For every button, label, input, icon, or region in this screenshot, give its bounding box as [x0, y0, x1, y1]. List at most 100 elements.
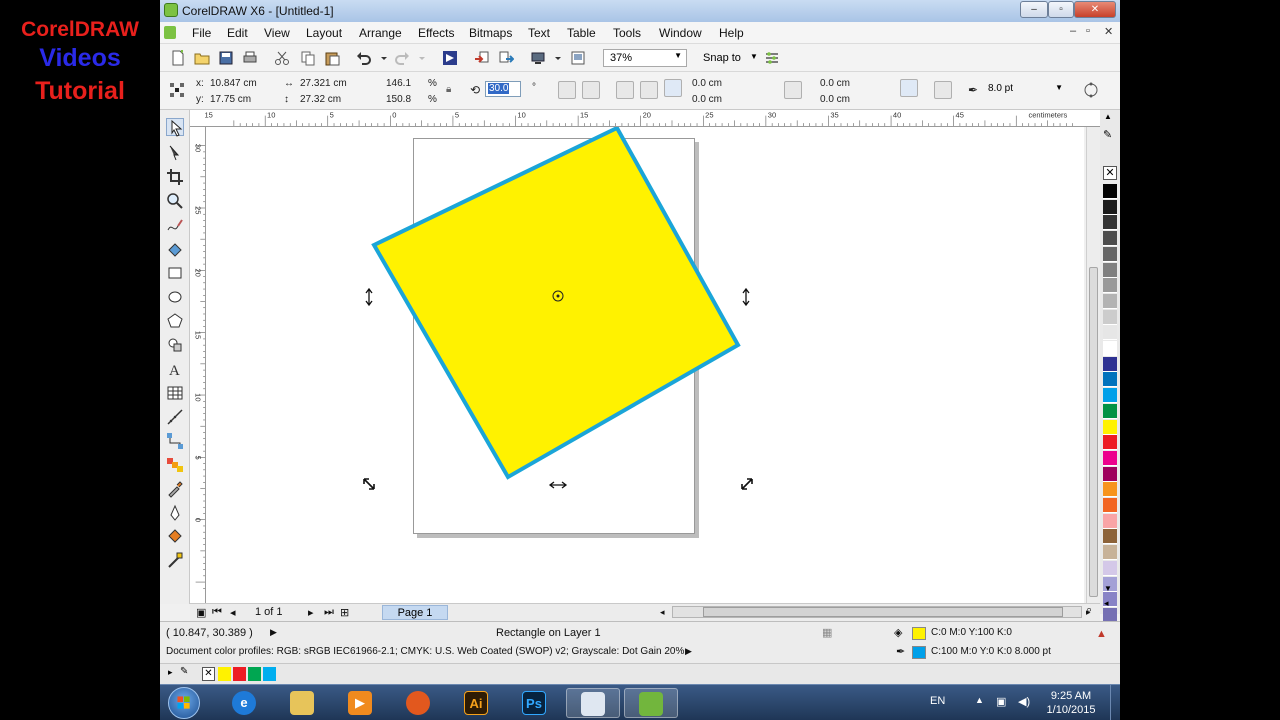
- palette-swatch[interactable]: [1103, 215, 1117, 231]
- taskbar-explorer[interactable]: [276, 688, 330, 718]
- drawing-canvas[interactable]: [206, 127, 1084, 603]
- application-launcher-icon[interactable]: [530, 50, 546, 66]
- launcher-dropdown-icon[interactable]: [550, 50, 561, 66]
- print-icon[interactable]: [242, 50, 258, 66]
- fill-color-chip[interactable]: [912, 627, 926, 640]
- skew-handle-bottom[interactable]: [548, 481, 568, 489]
- open-icon[interactable]: [194, 50, 210, 66]
- x-position-field[interactable]: 10.847 cm: [210, 78, 280, 89]
- export-icon[interactable]: [498, 50, 515, 66]
- menu-effects[interactable]: Effects: [418, 26, 454, 40]
- corner-radius-bottom-left[interactable]: 0.0 cm: [692, 94, 722, 105]
- import-icon[interactable]: [474, 50, 490, 66]
- save-icon[interactable]: [218, 50, 234, 66]
- palette-expand-icon[interactable]: ◂: [1104, 598, 1109, 609]
- smart-fill-tool-icon[interactable]: [166, 240, 184, 258]
- palette-swatch[interactable]: [1103, 309, 1117, 325]
- vertical-scroll-thumb[interactable]: [1089, 267, 1098, 597]
- palette-swatch[interactable]: [1103, 435, 1117, 451]
- palette-swatch[interactable]: [1103, 262, 1117, 278]
- text-tool-icon[interactable]: A: [166, 360, 184, 379]
- page-options-icon[interactable]: ▣: [196, 606, 206, 619]
- palette-swatch[interactable]: [1103, 498, 1117, 513]
- menu-help[interactable]: Help: [719, 26, 744, 40]
- undo-dropdown-icon[interactable]: [376, 50, 387, 66]
- doc-close-button[interactable]: ✕: [1104, 25, 1113, 38]
- palette-swatch[interactable]: [1103, 513, 1117, 529]
- menu-text[interactable]: Text: [528, 26, 550, 40]
- undo-icon[interactable]: [356, 50, 372, 66]
- menu-file[interactable]: File: [192, 26, 211, 40]
- taskbar-paint[interactable]: [566, 688, 620, 718]
- document-palette-menu-icon[interactable]: ▸: [168, 667, 173, 678]
- tray-expand-icon[interactable]: ▲: [975, 695, 984, 705]
- blend-tool-icon[interactable]: [166, 456, 184, 474]
- menu-edit[interactable]: Edit: [227, 26, 248, 40]
- horizontal-scroll-thumb[interactable]: [703, 607, 1063, 617]
- palette-swatch[interactable]: [1103, 325, 1117, 341]
- document-palette-no-color[interactable]: ✕: [202, 667, 215, 681]
- rotate-handle-bottom-left[interactable]: [363, 478, 375, 490]
- shape-tool-icon[interactable]: [166, 144, 184, 162]
- volume-icon[interactable]: ◀︎): [1018, 695, 1030, 708]
- vertical-ruler[interactable]: 302520151050centimeters: [190, 127, 206, 604]
- document-icon[interactable]: [164, 26, 176, 39]
- document-palette-swatch[interactable]: [233, 667, 246, 681]
- edit-corners-together-icon[interactable]: [784, 81, 802, 99]
- palette-swatch[interactable]: [1103, 545, 1117, 561]
- doc-restore-button[interactable]: ▫: [1086, 25, 1090, 37]
- first-page-icon[interactable]: ⏮: [212, 606, 222, 619]
- previous-page-icon[interactable]: ◂: [230, 606, 236, 619]
- menu-bitmaps[interactable]: Bitmaps: [469, 26, 512, 40]
- profiles-expand-icon[interactable]: ▶: [685, 646, 692, 657]
- taskbar-firefox[interactable]: [392, 688, 446, 718]
- menu-arrange[interactable]: Arrange: [359, 26, 402, 40]
- new-document-icon[interactable]: [170, 49, 186, 66]
- palette-swatch[interactable]: [1103, 246, 1117, 262]
- user-icon[interactable]: ▲: [1096, 628, 1107, 640]
- snap-to-button[interactable]: Snap to: [703, 52, 741, 64]
- system-clock[interactable]: 9:25 AM 1/10/2015: [1036, 689, 1106, 717]
- next-page-icon[interactable]: ▸: [308, 606, 314, 619]
- taskbar-illustrator[interactable]: Ai: [450, 688, 504, 718]
- options-icon[interactable]: [764, 50, 780, 66]
- document-palette-swatch[interactable]: [263, 667, 276, 681]
- width-field[interactable]: 27.321 cm: [300, 78, 370, 89]
- horizontal-ruler[interactable]: 15 10 5 0 5 10 15 20 25 30 35 40 45 centimeters: [204, 110, 1100, 127]
- palette-swatch[interactable]: [1103, 560, 1117, 576]
- skew-handle-left[interactable]: [365, 287, 373, 307]
- taskbar-photoshop[interactable]: Ps: [508, 688, 562, 718]
- connector-tool-icon[interactable]: [166, 432, 184, 450]
- menu-table[interactable]: Table: [567, 26, 596, 40]
- document-palette-swatch[interactable]: [248, 667, 261, 681]
- rotated-rectangle[interactable]: [371, 127, 741, 480]
- chamfered-corner-icon[interactable]: [664, 79, 682, 97]
- y-position-field[interactable]: 17.75 cm: [210, 94, 280, 105]
- palette-swatch[interactable]: [1103, 466, 1117, 482]
- lock-ratio-icon[interactable]: 🔒︎: [446, 84, 451, 95]
- document-color-profiles[interactable]: Document color profiles: RGB: sRGB IEC61…: [166, 646, 684, 657]
- palette-swatch[interactable]: [1103, 419, 1117, 435]
- network-icon[interactable]: ▣: [996, 695, 1006, 708]
- menu-window[interactable]: Window: [659, 26, 702, 40]
- palette-swatch[interactable]: [1103, 278, 1117, 294]
- scale-x-field[interactable]: 146.1: [386, 78, 411, 89]
- palette-swatch[interactable]: [1103, 199, 1117, 215]
- palette-swatch[interactable]: [1103, 341, 1117, 356]
- last-page-icon[interactable]: ⏭: [324, 606, 334, 619]
- mirror-vertical-icon[interactable]: [582, 81, 600, 99]
- zoom-level-select[interactable]: 37% ▼: [603, 49, 687, 67]
- taskbar-media-player[interactable]: ▶: [334, 688, 388, 718]
- outline-width-select[interactable]: 8.0 pt ▼: [985, 81, 1065, 99]
- menu-tools[interactable]: Tools: [613, 26, 641, 40]
- copy-icon[interactable]: [300, 50, 316, 66]
- vertical-scrollbar[interactable]: [1086, 127, 1100, 604]
- redo-dropdown-icon[interactable]: [414, 50, 425, 66]
- outline-tool-icon[interactable]: [166, 504, 184, 522]
- rotation-angle-field[interactable]: 30.0: [485, 81, 521, 97]
- dimension-tool-icon[interactable]: [166, 408, 184, 426]
- doc-minimize-button[interactable]: –: [1070, 25, 1076, 37]
- scalloped-corner-icon[interactable]: [640, 81, 658, 99]
- search-content-icon[interactable]: [442, 50, 458, 66]
- corner-radius-top-left[interactable]: 0.0 cm: [692, 78, 722, 89]
